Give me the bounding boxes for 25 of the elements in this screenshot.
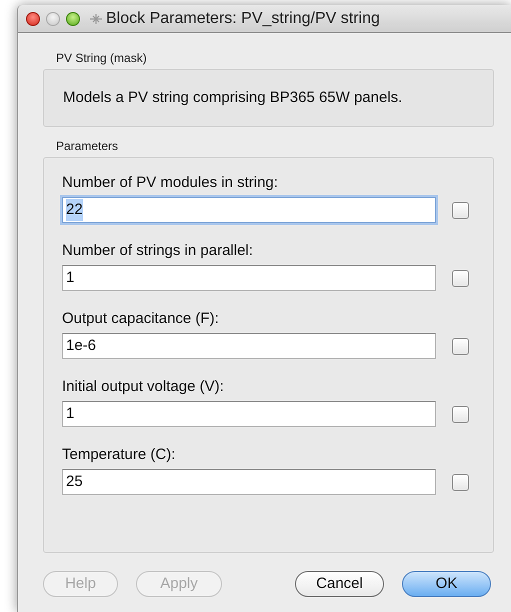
checkbox[interactable] [452, 270, 469, 286]
close-button[interactable] [26, 12, 40, 26]
field-label: Temperature (C): [62, 445, 176, 465]
minimize-button[interactable] [46, 12, 60, 26]
group-label: PV String (mask) [55, 50, 148, 67]
window-title: Block Parameters: PV_string/PV string [106, 8, 380, 28]
field-label: Output capacitance (F): [62, 309, 220, 329]
dialog-button[interactable]: Cancel [295, 571, 384, 597]
group-label: Parameters [55, 138, 120, 155]
checkbox[interactable] [452, 474, 469, 490]
checkbox[interactable] [452, 338, 469, 354]
field-label: Number of strings in parallel: [62, 241, 254, 261]
zoom-button[interactable] [66, 12, 80, 26]
input-field[interactable]: 1 [62, 401, 436, 427]
input-field[interactable]: 1e-6 [62, 333, 436, 359]
dialog-button[interactable]: OK [402, 571, 491, 597]
input-field[interactable]: 1 [62, 265, 436, 291]
input-field[interactable]: 22 [62, 197, 436, 223]
description-text: Models a PV string comprising BP365 65W panels. [63, 88, 402, 108]
checkbox[interactable] [452, 406, 469, 422]
field-label: Number of PV modules in string: [62, 173, 279, 193]
input-field[interactable]: 25 [62, 469, 436, 495]
block-icon [89, 12, 103, 26]
checkbox[interactable] [452, 202, 469, 218]
field-label: Initial output voltage (V): [62, 377, 225, 397]
